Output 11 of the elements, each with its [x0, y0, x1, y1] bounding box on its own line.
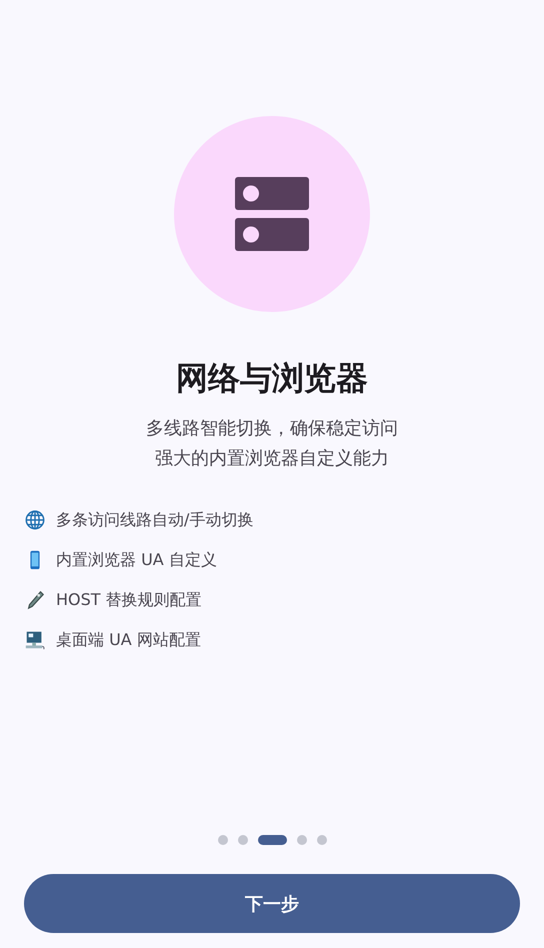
description-line: 强大的内置浏览器自定义能力: [154, 447, 390, 471]
next-button[interactable]: 下一步: [24, 874, 520, 933]
page-title: 网络与浏览器: [176, 358, 368, 398]
feature-text: 内置浏览器 UA 自定义: [56, 550, 217, 570]
globe-icon: [24, 509, 46, 531]
description-line: 多线路智能切换，确保稳定访问: [146, 417, 398, 441]
computer-icon: [24, 629, 46, 651]
feature-text: HOST 替换规则配置: [56, 590, 202, 610]
feature-text: 多条访问线路自动/手动切换: [56, 510, 254, 530]
feature-text: 桌面端 UA 网站配置: [56, 630, 201, 650]
server-icon: [234, 176, 310, 252]
